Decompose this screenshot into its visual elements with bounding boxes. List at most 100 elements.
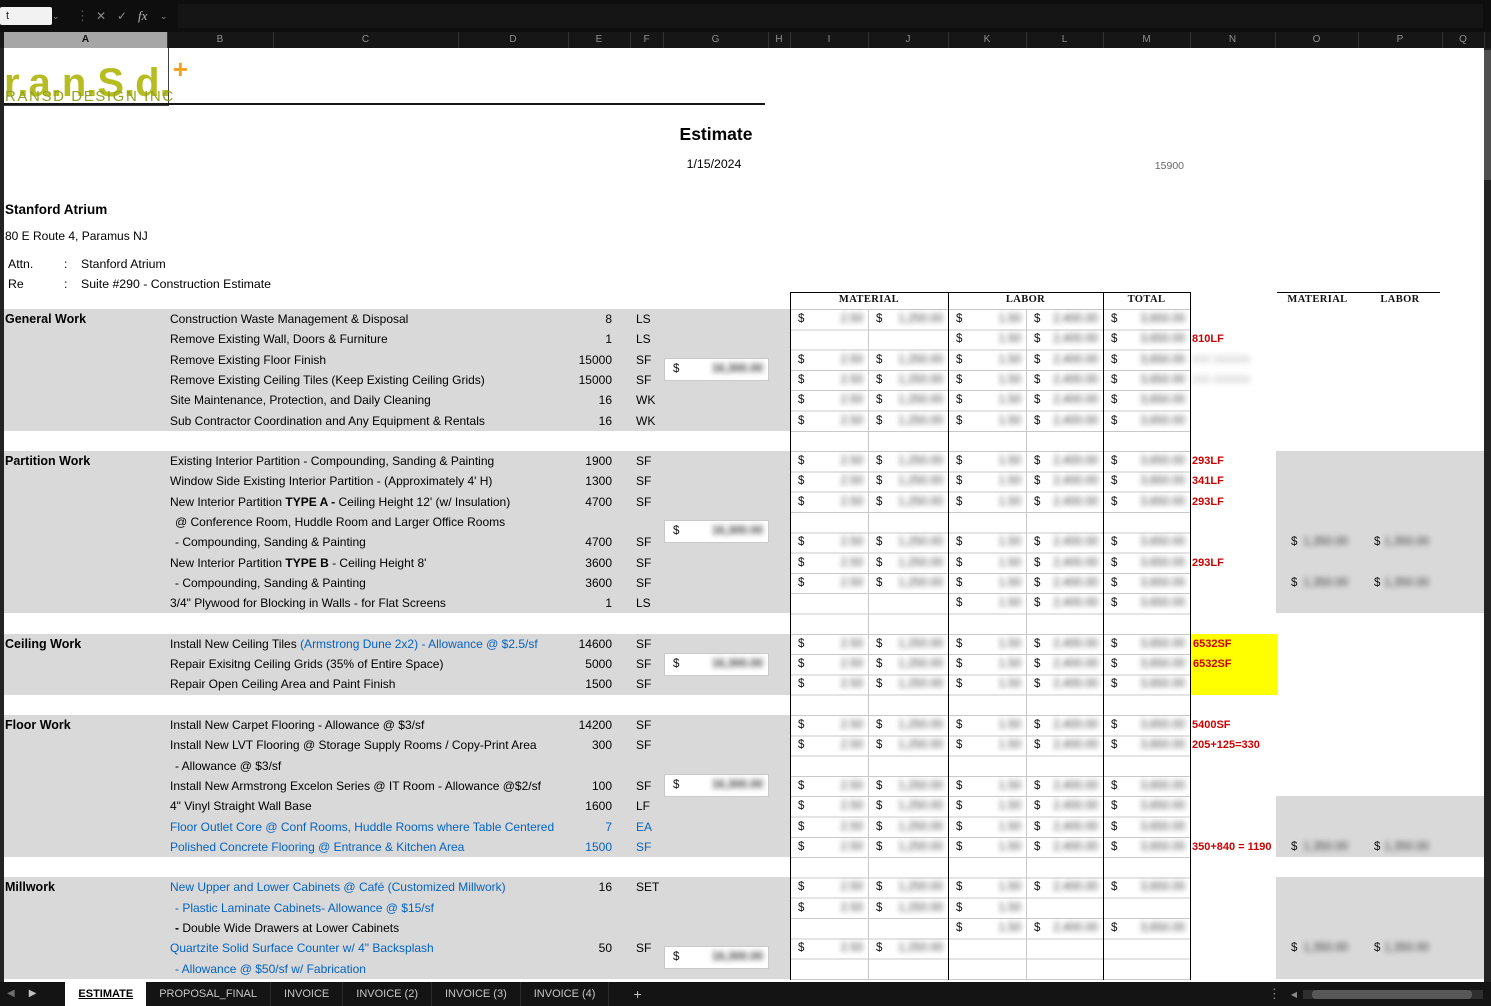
cell-unit[interactable]: SF: [636, 471, 651, 491]
cell-money[interactable]: $2.50: [790, 654, 868, 674]
cell-money[interactable]: $2,400.00: [1026, 390, 1103, 410]
cell-money[interactable]: $1,250.00: [868, 309, 948, 329]
column-header-I[interactable]: I: [790, 32, 869, 48]
cell-quantity[interactable]: 1500: [556, 837, 612, 857]
cell-money[interactable]: $1,250.00: [868, 451, 948, 471]
cell-description[interactable]: Install New Carpet Flooring - Allowance …: [170, 715, 424, 735]
cell-description[interactable]: Construction Waste Management & Disposal: [170, 309, 408, 329]
annotation-note[interactable]: 6532SF: [1190, 654, 1278, 674]
cell-money[interactable]: $3,650.00: [1103, 471, 1190, 491]
cell-money-right[interactable]: $1,350.00: [1366, 837, 1434, 857]
cell-quantity[interactable]: 4700: [556, 532, 612, 552]
formula-input[interactable]: [178, 4, 1483, 28]
cell-money[interactable]: $3,650.00: [1103, 776, 1190, 796]
cell-money[interactable]: $1.50: [948, 492, 1026, 512]
cell-money[interactable]: $3,650.00: [1103, 532, 1190, 552]
cell-quantity[interactable]: 1600: [556, 796, 612, 816]
annotation-note[interactable]: 341LF: [1192, 471, 1284, 491]
cell-description[interactable]: Sub Contractor Coordination and Any Equi…: [170, 411, 485, 431]
cell-money[interactable]: $2,400.00: [1026, 817, 1103, 837]
cell-money[interactable]: $1.50: [948, 411, 1026, 431]
confirm-entry-icon[interactable]: ✓: [117, 0, 127, 32]
cell-money[interactable]: $3,650.00: [1103, 735, 1190, 755]
cell-money[interactable]: $1.50: [948, 817, 1026, 837]
cell-money[interactable]: $1,250.00: [868, 735, 948, 755]
cell-money[interactable]: $1,250.00: [868, 817, 948, 837]
cell-description[interactable]: Polished Concrete Flooring @ Entrance & …: [170, 837, 464, 857]
annotation-note[interactable]: 293LF: [1192, 492, 1284, 512]
cell-unit[interactable]: SF: [636, 715, 651, 735]
cell-description[interactable]: Site Maintenance, Protection, and Daily …: [170, 390, 431, 410]
tab-bar-menu-icon[interactable]: ⋮: [1262, 982, 1287, 1006]
cell-money[interactable]: $1,250.00: [868, 796, 948, 816]
cell-money[interactable]: $2,400.00: [1026, 593, 1103, 613]
annotation-note[interactable]: 810LF: [1192, 329, 1284, 349]
annotation-note[interactable]: 000 000000: [1192, 350, 1284, 370]
attn-value[interactable]: Stanford Atrium: [81, 257, 166, 271]
cell-money[interactable]: $1,250.00: [868, 553, 948, 573]
cell-money-right[interactable]: $1,350.00: [1366, 573, 1434, 593]
project-name[interactable]: Stanford Atrium: [5, 202, 107, 217]
column-header-O[interactable]: O: [1275, 32, 1359, 48]
cell-money[interactable]: $2,400.00: [1026, 309, 1103, 329]
cell-money[interactable]: $2.50: [790, 817, 868, 837]
name-box-dropdown-icon[interactable]: ⌄: [52, 0, 60, 32]
cell-money[interactable]: $2,400.00: [1026, 492, 1103, 512]
cell-money[interactable]: $2.50: [790, 451, 868, 471]
cell-unit[interactable]: SF: [636, 654, 651, 674]
cell-quantity[interactable]: 100: [556, 776, 612, 796]
cell-unit[interactable]: SET: [636, 877, 659, 897]
sheet-tab-invoice-2-[interactable]: INVOICE (2): [343, 982, 432, 1006]
cell-money[interactable]: $1.50: [948, 593, 1026, 613]
cell-unit[interactable]: SF: [636, 370, 651, 390]
column-header-C[interactable]: C: [273, 32, 459, 48]
cell-money-right[interactable]: $1,350.00: [1283, 938, 1353, 958]
cell-unit[interactable]: SF: [636, 350, 651, 370]
cell-description[interactable]: - Allowance @ $50/sf w/ Fabrication: [175, 959, 366, 979]
column-header-J[interactable]: J: [868, 32, 949, 48]
cell-money[interactable]: $3,650.00: [1103, 411, 1190, 431]
estimate-date[interactable]: 1/15/2024: [655, 157, 773, 171]
sheet-tab-invoice-3-[interactable]: INVOICE (3): [432, 982, 521, 1006]
cell-money[interactable]: $2,400.00: [1026, 532, 1103, 552]
cell-quantity[interactable]: 1: [556, 593, 612, 613]
annotation-note[interactable]: 350+840 = 1190: [1192, 837, 1284, 857]
tabs-scroll-right-icon[interactable]: ▶: [22, 982, 44, 1006]
sheet-tab-proposal-final[interactable]: PROPOSAL_FINAL: [146, 982, 271, 1006]
cell-unit[interactable]: SF: [636, 532, 651, 552]
cell-money[interactable]: $1.50: [948, 350, 1026, 370]
cell-quantity[interactable]: 8: [556, 309, 612, 329]
cell-description[interactable]: New Upper and Lower Cabinets @ Café (Cus…: [170, 877, 506, 897]
cell-money[interactable]: $2.50: [790, 309, 868, 329]
formula-bar-expand-icon[interactable]: ⌄: [160, 0, 168, 32]
cell-money[interactable]: $2,400.00: [1026, 735, 1103, 755]
annotation-note[interactable]: [1190, 674, 1278, 694]
cell-money[interactable]: $3,650.00: [1103, 654, 1190, 674]
cell-quantity[interactable]: 1: [556, 329, 612, 349]
annotation-note[interactable]: 293LF: [1192, 451, 1284, 471]
cell-money[interactable]: $2,400.00: [1026, 918, 1103, 938]
cell-money[interactable]: $1.50: [948, 735, 1026, 755]
column-header-B[interactable]: B: [167, 32, 274, 48]
cell-unit[interactable]: WK: [636, 390, 655, 410]
horizontal-scrollbar[interactable]: [1303, 990, 1483, 999]
cell-money[interactable]: $1.50: [948, 634, 1026, 654]
cell-money[interactable]: $3,650.00: [1103, 350, 1190, 370]
cell-money[interactable]: $1.50: [948, 329, 1026, 349]
cell-money[interactable]: $1,250.00: [868, 674, 948, 694]
cell-unit[interactable]: SF: [636, 553, 651, 573]
cell-description[interactable]: Install New Armstrong Excelon Series @ I…: [170, 776, 541, 796]
cell-money[interactable]: $1,250.00: [868, 898, 948, 918]
cell-money[interactable]: $2.50: [790, 796, 868, 816]
project-address[interactable]: 80 E Route 4, Paramus NJ: [5, 229, 148, 243]
cell-money[interactable]: $3,650.00: [1103, 573, 1190, 593]
estimate-title[interactable]: Estimate: [660, 124, 772, 145]
cell-unit[interactable]: SF: [636, 451, 651, 471]
section-subtotal[interactable]: $16,300.00: [664, 774, 769, 797]
cell-money[interactable]: $2,400.00: [1026, 796, 1103, 816]
cell-money[interactable]: $2.50: [790, 411, 868, 431]
cell-unit[interactable]: LS: [636, 329, 651, 349]
cell-description[interactable]: Install New Ceiling Tiles (Armstrong Dun…: [170, 634, 538, 654]
cell-money[interactable]: $2.50: [790, 898, 868, 918]
cell-description[interactable]: Remove Existing Ceiling Tiles (Keep Exis…: [170, 370, 485, 390]
